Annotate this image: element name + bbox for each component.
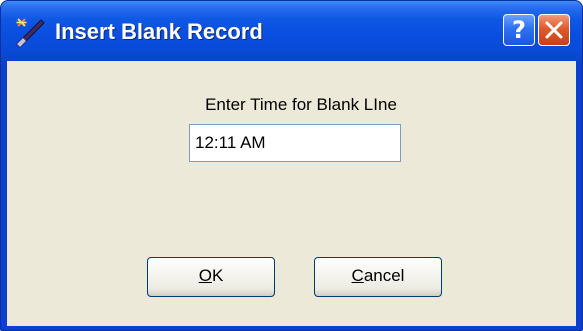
ok-label-rest: K	[211, 266, 224, 285]
close-icon	[545, 21, 563, 39]
cancel-button[interactable]: Cancel	[314, 257, 442, 297]
help-button[interactable]: ?	[503, 14, 535, 46]
cancel-label-rest: ancel	[363, 266, 405, 285]
close-button[interactable]	[538, 14, 570, 46]
ok-mnemonic: O	[198, 266, 212, 285]
question-icon: ?	[512, 16, 526, 44]
time-input[interactable]	[189, 124, 401, 162]
time-prompt-label: Enter Time for Blank LIne	[205, 95, 397, 114]
ok-button[interactable]: OK	[147, 257, 275, 297]
window-title: Insert Blank Record	[55, 19, 263, 44]
wand-icon	[16, 18, 45, 48]
title-bar[interactable]: Insert Blank Record ?	[1, 1, 582, 61]
dialog-window: Insert Blank Record ? Enter Time for Bla…	[0, 0, 583, 331]
dialog-body: Enter Time for Blank LIne OK Cancel	[7, 61, 576, 326]
cancel-mnemonic: C	[351, 266, 364, 285]
